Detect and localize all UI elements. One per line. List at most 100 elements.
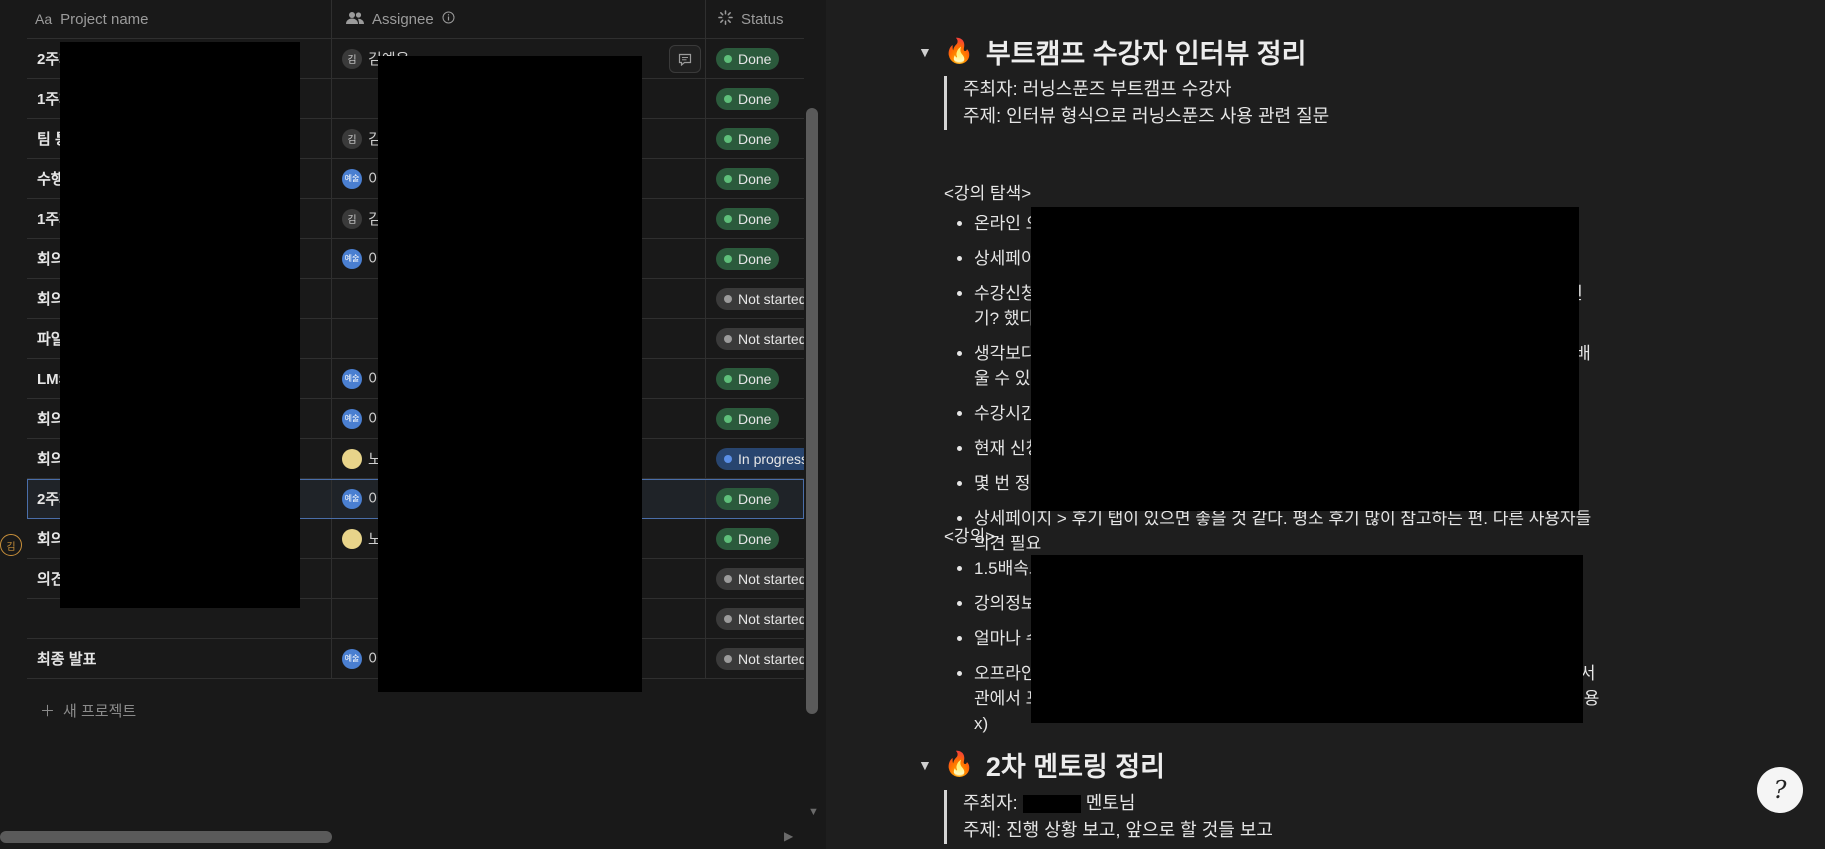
status-badge: Done — [716, 247, 780, 270]
redaction-block — [1031, 555, 1583, 723]
comment-icon[interactable] — [669, 45, 701, 73]
status-dot-icon — [724, 294, 732, 303]
status-badge: Not started — [716, 327, 804, 350]
avatar: 예술 — [342, 488, 362, 509]
redaction-block — [1031, 207, 1579, 511]
column-header-assignee[interactable]: Assignee — [332, 0, 706, 38]
column-header-status[interactable]: Status — [706, 0, 804, 38]
toggle-heading-mentoring[interactable]: ▼ 🔥 2차 멘토링 정리 — [918, 745, 1165, 784]
new-project-label: 새 프로젝트 — [63, 703, 137, 720]
help-chat-icon[interactable]: ? — [1757, 767, 1803, 813]
database-table-pane: Aa Project name Assignee Status 2주차 지출품의… — [0, 0, 826, 849]
project-name-cell[interactable]: 최종 발표 — [27, 639, 332, 678]
vertical-scrollbar[interactable] — [806, 108, 818, 714]
column-header-project-name[interactable]: Aa Project name — [27, 0, 332, 38]
bullet-item: 상세페이지 > 후기 탭이 있으면 좋을 것 같다. 평소 후기 많이 참고하는… — [974, 506, 1604, 556]
toggle-triangle-icon[interactable]: ▼ — [918, 757, 932, 773]
avatar: 김 — [342, 208, 362, 229]
new-project-button[interactable]: ＋ 새 프로젝트 — [40, 700, 136, 721]
status-cell[interactable]: Not started — [706, 559, 804, 598]
text-property-icon: Aa — [35, 11, 53, 27]
meeting-info-quote: 주최자: 러닝스푼즈 부트캠프 수강자 주제: 인터뷰 형식으로 러닝스푼즈 사… — [944, 76, 1329, 130]
status-label: Done — [738, 50, 772, 67]
mentoring-info-quote: 주최자: 멘토님 주제: 진행 상황 보고, 앞으로 할 것들 보고 — [944, 790, 1273, 844]
status-cell[interactable]: Not started — [706, 639, 804, 678]
status-label: Not started — [738, 330, 804, 347]
status-spinner-icon — [718, 10, 733, 28]
status-cell[interactable]: Done — [706, 79, 804, 118]
status-dot-icon — [724, 454, 732, 463]
toggle-heading-interview[interactable]: ▼ 🔥 부트캠프 수강자 인터뷰 정리 — [918, 32, 1306, 71]
status-label: Done — [738, 210, 772, 227]
plus-icon: ＋ — [40, 703, 56, 720]
status-label: Not started — [738, 650, 804, 667]
avatar: 예술 — [342, 648, 362, 669]
status-badge: In progress — [716, 447, 804, 470]
status-label: Done — [738, 250, 772, 267]
status-cell[interactable]: Not started — [706, 279, 804, 318]
status-badge: Done — [716, 207, 780, 230]
status-dot-icon — [724, 54, 732, 63]
avatar: 김 — [342, 128, 362, 149]
document-pane: ▼ 🔥 부트캠프 수강자 인터뷰 정리 주최자: 러닝스푼즈 부트캠프 수강자 … — [826, 0, 1825, 849]
status-dot-icon — [724, 534, 732, 543]
status-badge: Done — [716, 127, 780, 150]
status-cell[interactable]: Done — [706, 519, 804, 558]
scroll-right-arrow-icon[interactable]: ▶ — [784, 829, 793, 843]
horizontal-scrollbar[interactable] — [0, 831, 332, 843]
heading-text: 2차 멘토링 정리 — [985, 752, 1165, 782]
scroll-down-arrow-icon[interactable]: ▼ — [808, 806, 819, 818]
status-dot-icon — [724, 334, 732, 343]
status-cell[interactable]: Done — [706, 39, 804, 78]
status-cell[interactable]: Done — [706, 159, 804, 198]
column-label: Status — [741, 10, 784, 28]
status-label: Done — [738, 130, 772, 147]
status-badge: Done — [716, 87, 780, 110]
toggle-triangle-icon[interactable]: ▼ — [918, 44, 932, 60]
status-dot-icon — [724, 494, 732, 503]
host-line: 주최자: 멘토님 — [963, 790, 1273, 817]
status-badge: Done — [716, 407, 780, 430]
status-label: Not started — [738, 610, 804, 627]
avatar: 예술 — [342, 368, 362, 389]
status-badge: Done — [716, 527, 780, 550]
status-dot-icon — [724, 574, 732, 583]
status-label: Done — [738, 170, 772, 187]
fire-emoji-icon: 🔥 — [944, 751, 974, 778]
redaction-block — [60, 42, 300, 608]
status-cell[interactable]: Done — [706, 359, 804, 398]
collaborator-avatar[interactable]: 김 — [0, 534, 22, 556]
status-badge: Not started — [716, 567, 804, 590]
status-cell[interactable]: Done — [706, 239, 804, 278]
status-label: Done — [738, 530, 772, 547]
status-cell[interactable]: Done — [706, 119, 804, 158]
avatar: 예술 — [342, 408, 362, 429]
avatar: 예술 — [342, 168, 362, 189]
status-dot-icon — [724, 614, 732, 623]
topic-line: 주제: 인터뷰 형식으로 러닝스푼즈 사용 관련 질문 — [963, 106, 1330, 126]
status-cell[interactable]: Done — [706, 399, 804, 438]
people-icon — [346, 11, 364, 28]
host-suffix: 멘토님 — [1085, 793, 1136, 813]
status-badge: Not started — [716, 607, 804, 630]
status-cell[interactable]: Not started — [706, 599, 804, 638]
status-label: Not started — [738, 570, 804, 587]
avatar: 김 — [342, 48, 362, 69]
search-section-label: <강의 탐색> — [944, 184, 1032, 203]
host-prefix: 주최자: — [963, 793, 1018, 813]
status-label: In progress — [738, 450, 804, 467]
status-dot-icon — [724, 414, 732, 423]
heading-text: 부트캠프 수강자 인터뷰 정리 — [985, 39, 1307, 69]
status-badge: Not started — [716, 647, 804, 670]
info-icon[interactable] — [442, 11, 455, 27]
status-badge: Done — [716, 47, 780, 70]
status-cell[interactable]: Not started — [706, 319, 804, 358]
status-cell[interactable]: In progress — [706, 439, 804, 478]
status-dot-icon — [724, 214, 732, 223]
status-cell[interactable]: Done — [706, 479, 804, 518]
status-label: Done — [738, 410, 772, 427]
status-cell[interactable]: Done — [706, 199, 804, 238]
column-label: Project name — [60, 10, 149, 28]
status-badge: Done — [716, 367, 780, 390]
status-label: Done — [738, 90, 772, 107]
